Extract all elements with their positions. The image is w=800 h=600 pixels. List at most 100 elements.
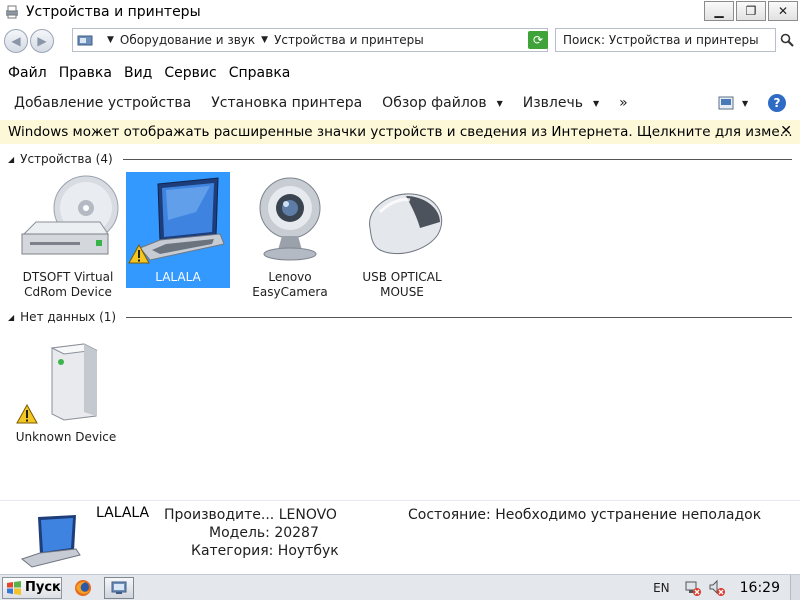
address-bar: ◀ ▶ ▼ Оборудование и звук ▼ Устройства и… bbox=[0, 26, 800, 56]
more-commands-button[interactable]: » bbox=[619, 95, 628, 111]
collapse-triangle-icon[interactable]: ◢ bbox=[8, 313, 14, 322]
unknown-device-icon bbox=[14, 332, 118, 428]
group-header-nodata[interactable]: ◢ Нет данных (1) bbox=[8, 310, 792, 324]
crumb-separator-icon[interactable]: ▼ bbox=[261, 35, 268, 45]
group-title: Устройства (4) bbox=[20, 152, 113, 166]
warning-icon bbox=[16, 404, 38, 424]
group-divider bbox=[126, 316, 792, 318]
breadcrumb[interactable]: ▼ Оборудование и звук ▼ Устройства и при… bbox=[72, 28, 548, 52]
collapse-triangle-icon[interactable]: ◢ bbox=[8, 155, 14, 164]
prop-key: Модель: bbox=[209, 525, 270, 541]
device-label: Unknown Device bbox=[14, 430, 118, 445]
clock[interactable]: 16:29 bbox=[740, 580, 780, 596]
browse-files-button[interactable]: Обзор файлов ▼ bbox=[382, 95, 503, 111]
window-title: Устройства и принтеры bbox=[26, 4, 201, 20]
menu-help[interactable]: Справка bbox=[229, 65, 291, 81]
volume-muted-icon[interactable] bbox=[708, 579, 726, 597]
device-label-line1: USB OPTICAL bbox=[362, 270, 442, 284]
menu-bar: Файл Правка Вид Сервис Справка bbox=[0, 60, 800, 86]
device-label-line2: CdRom Device bbox=[24, 285, 112, 299]
taskbar-firefox[interactable] bbox=[68, 577, 98, 599]
command-bar: Добавление устройства Установка принтера… bbox=[0, 88, 800, 118]
prop-key: Производите... bbox=[164, 507, 275, 523]
device-unknown[interactable]: Unknown Device bbox=[14, 332, 118, 445]
mouse-icon bbox=[350, 172, 454, 268]
devices-printers-icon bbox=[6, 5, 18, 19]
device-dtsoft-cdrom[interactable]: DTSOFT Virtual CdRom Device bbox=[16, 172, 120, 300]
add-printer-button[interactable]: Установка принтера bbox=[211, 95, 362, 111]
help-icon[interactable]: ? bbox=[768, 94, 786, 112]
device-label: USB OPTICAL MOUSE bbox=[350, 270, 454, 300]
prop-key: Состояние: bbox=[408, 507, 491, 523]
details-manufacturer: Производите... LENOVO bbox=[164, 507, 337, 523]
forward-button[interactable]: ▶ bbox=[30, 29, 54, 53]
details-device-name: LALALA bbox=[96, 505, 150, 521]
change-view-icon[interactable] bbox=[718, 96, 734, 110]
chevron-down-icon: ▼ bbox=[593, 98, 600, 108]
maximize-button[interactable]: ❐ bbox=[736, 1, 766, 21]
devices-printers-icon bbox=[111, 581, 127, 594]
prop-key: Категория: bbox=[191, 543, 274, 559]
menu-edit[interactable]: Правка bbox=[59, 65, 112, 81]
laptop-icon bbox=[126, 172, 230, 268]
device-label-line2: EasyCamera bbox=[252, 285, 328, 299]
refresh-button[interactable]: ⟳ bbox=[528, 31, 548, 49]
search-icon[interactable] bbox=[776, 30, 798, 50]
control-panel-icon bbox=[77, 35, 93, 46]
crumb-devices-printers[interactable]: Устройства и принтеры bbox=[274, 33, 424, 47]
warning-icon bbox=[128, 244, 150, 264]
language-indicator[interactable]: EN bbox=[653, 581, 670, 595]
device-label-line1: Lenovo bbox=[268, 270, 312, 284]
crumb-hardware-sound[interactable]: Оборудование и звук bbox=[120, 33, 255, 47]
system-tray: EN 16:29 bbox=[653, 575, 800, 600]
back-button[interactable]: ◀ bbox=[4, 29, 28, 53]
menu-view[interactable]: Вид bbox=[124, 65, 152, 81]
title-bar: Устройства и принтеры ▁ ❐ ✕ bbox=[0, 0, 800, 24]
device-label-line2: MOUSE bbox=[380, 285, 424, 299]
search-input[interactable]: Поиск: Устройства и принтеры bbox=[555, 28, 776, 52]
group-header-devices[interactable]: ◢ Устройства (4) bbox=[8, 152, 792, 166]
details-category: Категория: Ноутбук bbox=[191, 543, 339, 559]
prop-value: Ноутбук bbox=[277, 543, 339, 559]
network-disconnected-icon[interactable] bbox=[684, 579, 702, 597]
details-pane: LALALA Производите... LENOVO Модель: 202… bbox=[0, 500, 800, 574]
device-lenovo-easycamera[interactable]: Lenovo EasyCamera bbox=[238, 172, 342, 300]
eject-button[interactable]: Извлечь ▼ bbox=[523, 95, 599, 111]
prop-value: 20287 bbox=[274, 525, 319, 541]
details-status: Состояние: Необходимо устранение неполад… bbox=[408, 507, 761, 523]
info-close-icon[interactable]: ✕ bbox=[780, 123, 792, 139]
crumb-separator-icon[interactable]: ▼ bbox=[107, 35, 114, 45]
device-label: LALALA bbox=[126, 270, 230, 285]
device-label: Lenovo EasyCamera bbox=[238, 270, 342, 300]
device-usb-optical-mouse[interactable]: USB OPTICAL MOUSE bbox=[350, 172, 454, 300]
menu-file[interactable]: Файл bbox=[8, 65, 47, 81]
show-desktop-button[interactable] bbox=[790, 575, 800, 600]
view-dropdown-icon[interactable]: ▼ bbox=[742, 99, 748, 108]
windows-flag-icon bbox=[7, 580, 21, 595]
browse-files-label: Обзор файлов bbox=[382, 95, 487, 111]
menu-tools[interactable]: Сервис bbox=[164, 65, 216, 81]
close-button[interactable]: ✕ bbox=[768, 1, 798, 21]
eject-label: Извлечь bbox=[522, 95, 584, 111]
device-label-line1: Unknown Device bbox=[15, 430, 117, 444]
taskbar: Пуск EN 16:29 bbox=[0, 574, 800, 600]
info-bar-text: Windows может отображать расширенные зна… bbox=[8, 124, 793, 140]
start-label: Пуск bbox=[25, 580, 61, 595]
window-controls: ▁ ❐ ✕ bbox=[702, 1, 798, 21]
group-title: Нет данных (1) bbox=[20, 310, 117, 324]
group-divider bbox=[122, 158, 792, 160]
device-label-line1: DTSOFT Virtual bbox=[22, 270, 114, 284]
chevron-down-icon: ▼ bbox=[496, 98, 503, 108]
add-device-button[interactable]: Добавление устройства bbox=[14, 95, 191, 111]
device-lalala-laptop[interactable]: LALALA bbox=[126, 172, 230, 288]
taskbar-devices-printers[interactable] bbox=[104, 576, 134, 599]
prop-value: Необходимо устранение неполадок bbox=[495, 507, 762, 523]
start-button[interactable]: Пуск bbox=[2, 576, 62, 599]
webcam-icon bbox=[238, 172, 342, 268]
device-label-line1: LALALA bbox=[155, 270, 201, 284]
firefox-icon bbox=[75, 579, 91, 596]
laptop-thumbnail-icon bbox=[20, 515, 81, 568]
minimize-button[interactable]: ▁ bbox=[704, 1, 734, 21]
cdrom-drive-icon bbox=[16, 172, 120, 268]
info-bar[interactable]: Windows может отображать расширенные зна… bbox=[0, 120, 800, 144]
